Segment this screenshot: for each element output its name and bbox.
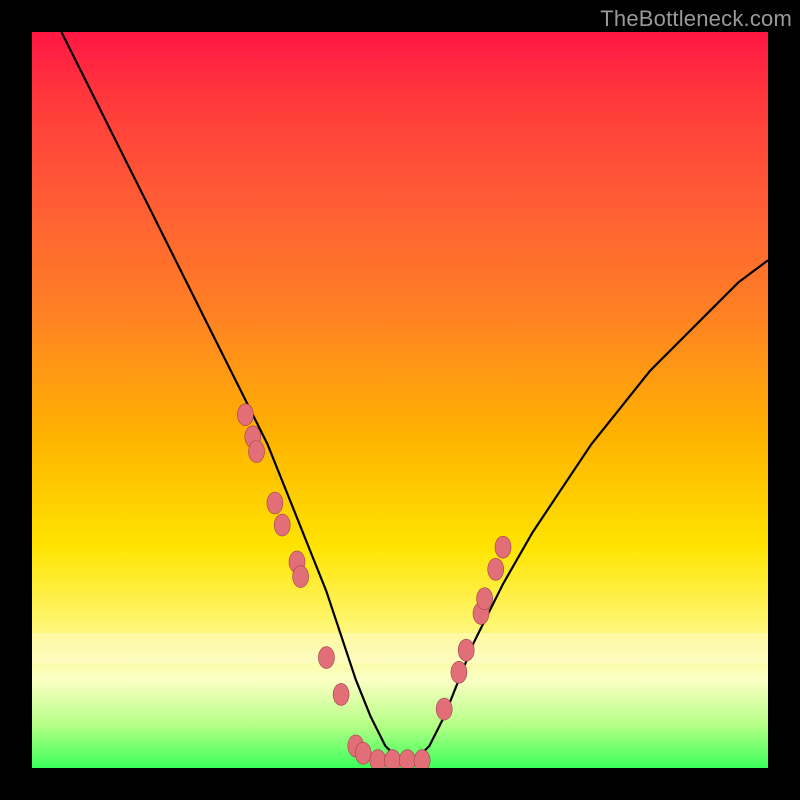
curve-marker [355, 742, 371, 764]
curve-marker [488, 558, 504, 580]
curve-markers [237, 404, 511, 768]
curve-marker [399, 750, 415, 768]
plot-area [32, 32, 768, 768]
curve-marker [318, 647, 334, 669]
curve-marker [451, 661, 467, 683]
curve-marker [477, 588, 493, 610]
chart-frame: TheBottleneck.com [0, 0, 800, 800]
curve-marker [333, 683, 349, 705]
watermark-text: TheBottleneck.com [600, 6, 792, 32]
curve-marker [249, 441, 265, 463]
curve-marker [267, 492, 283, 514]
curve-marker [458, 639, 474, 661]
bottleneck-curve [61, 32, 768, 761]
curve-marker [274, 514, 290, 536]
curve-marker [495, 536, 511, 558]
curve-marker [293, 566, 309, 588]
curve-marker [414, 750, 430, 768]
curve-marker [237, 404, 253, 426]
curve-marker [436, 698, 452, 720]
chart-svg [32, 32, 768, 768]
curve-marker [385, 750, 401, 768]
curve-marker [370, 750, 386, 768]
